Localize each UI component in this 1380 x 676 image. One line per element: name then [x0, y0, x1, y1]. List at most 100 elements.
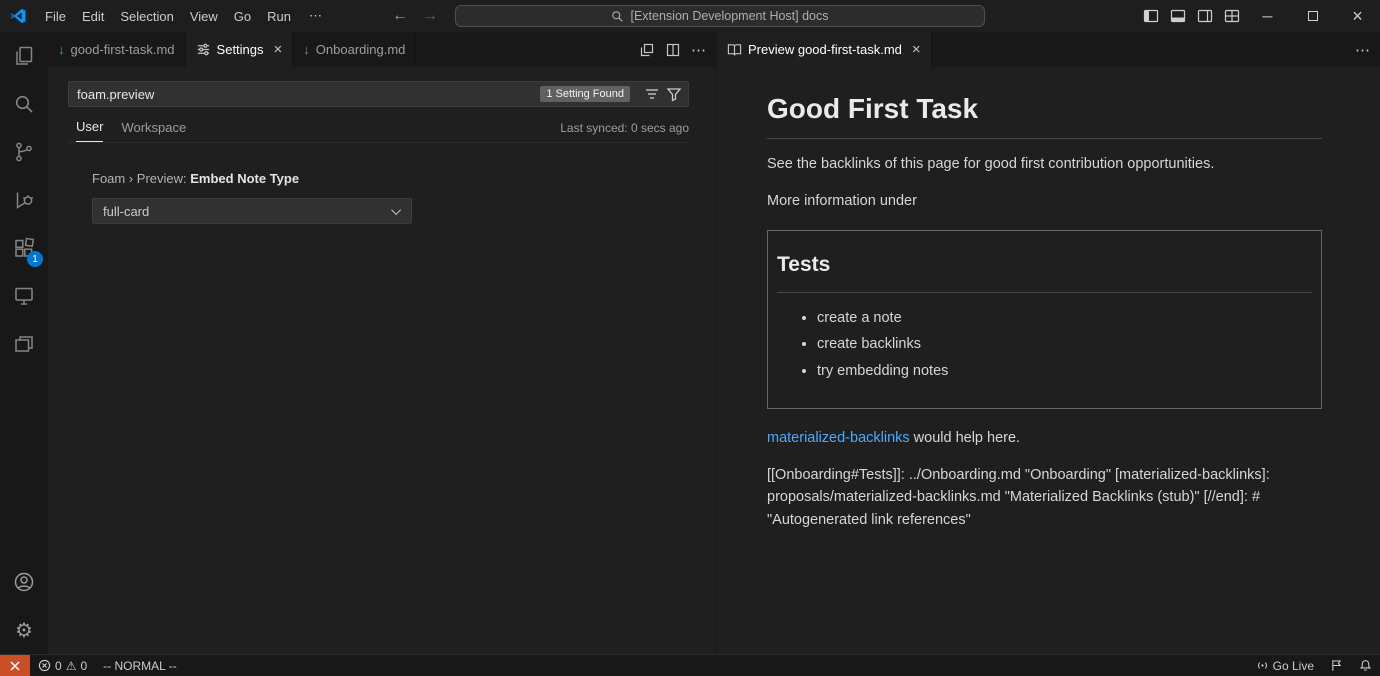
menu-overflow-icon[interactable]: ⋯ — [299, 8, 332, 24]
close-tab-icon[interactable]: × — [274, 42, 283, 57]
settings-gear-icon[interactable]: ⚙ — [0, 606, 48, 654]
materialized-backlinks-link[interactable]: materialized-backlinks — [767, 430, 910, 446]
embed-note-type-dropdown[interactable]: full-card — [92, 198, 412, 224]
toggle-secondary-sidebar-icon[interactable] — [1191, 0, 1218, 32]
chevron-down-icon — [391, 205, 401, 215]
vscode-logo-icon — [9, 7, 27, 25]
preview-heading: Good First Task — [767, 87, 1322, 139]
run-debug-icon[interactable] — [0, 176, 48, 224]
warning-count: 0 — [80, 659, 87, 673]
gear-glyph: ⚙ — [15, 618, 33, 643]
error-count: 0 — [55, 659, 62, 673]
list-item: try embedding notes — [817, 360, 1312, 382]
warning-icon: ⚠ — [66, 659, 77, 673]
accounts-icon[interactable] — [0, 558, 48, 606]
setting-item-embed-note-type: Foam › Preview: Embed Note Type full-car… — [92, 171, 689, 224]
editor-group-left: ↓ good-first-task.md Settings × ↓ On — [48, 32, 717, 654]
go-live-button[interactable]: Go Live — [1248, 655, 1322, 676]
error-icon — [38, 659, 51, 672]
toggle-panel-icon[interactable] — [1164, 0, 1191, 32]
tab-bar-left: ↓ good-first-task.md Settings × ↓ On — [48, 32, 716, 67]
command-center-search[interactable]: [Extension Development Host] docs — [455, 5, 985, 27]
embedded-note-title: Tests — [777, 249, 1312, 293]
more-actions-icon[interactable]: ⋯ — [691, 41, 706, 59]
settings-scope-tabs: User Workspace Last synced: 0 secs ago — [68, 119, 689, 143]
history-navigation: ← → — [392, 7, 438, 25]
setting-name: Embed Note Type — [190, 171, 299, 186]
maximize-icon — [1308, 11, 1318, 21]
go-live-label: Go Live — [1273, 659, 1314, 673]
setting-category: Foam › Preview: — [92, 171, 190, 186]
menu-selection[interactable]: Selection — [112, 9, 181, 24]
status-bar: 0 ⚠ 0 -- NORMAL -- Go Live — [0, 654, 1380, 676]
extensions-icon[interactable]: 1 — [0, 224, 48, 272]
embedded-note-card: Tests create a note create backlinks try… — [767, 230, 1322, 409]
dropdown-value: full-card — [103, 204, 149, 219]
menu-go[interactable]: Go — [226, 9, 259, 24]
settings-search-box: 1 Setting Found — [68, 81, 689, 107]
scope-tab-user[interactable]: User — [76, 119, 103, 142]
problems-indicator[interactable]: 0 ⚠ 0 — [30, 655, 95, 676]
tab-settings[interactable]: Settings × — [186, 32, 294, 67]
workbench: 1 ⚙ — [0, 32, 1380, 654]
explorer-icon[interactable] — [0, 32, 48, 80]
markdown-file-icon: ↓ — [58, 42, 65, 57]
remote-indicator[interactable] — [0, 655, 30, 676]
toggle-sidebar-icon[interactable] — [1137, 0, 1164, 32]
settings-editor: 1 Setting Found User Workspace — [48, 67, 716, 654]
setting-label: Foam › Preview: Embed Note Type — [92, 171, 689, 186]
search-icon[interactable] — [0, 80, 48, 128]
back-arrow-icon[interactable]: ← — [392, 7, 408, 25]
settings-search-input[interactable] — [77, 87, 540, 102]
menu-view[interactable]: View — [182, 9, 226, 24]
titlebar-controls: ─ × — [1137, 0, 1380, 32]
maximize-button[interactable] — [1290, 0, 1335, 32]
settings-result-count-badge: 1 Setting Found — [540, 86, 630, 102]
editor-actions-right: ⋯ — [1355, 32, 1380, 67]
tab-bar-right: Preview good-first-task.md × ⋯ — [717, 32, 1380, 67]
source-control-icon[interactable] — [0, 128, 48, 176]
filter-funnel-icon[interactable] — [666, 86, 682, 102]
tab-label: good-first-task.md — [71, 42, 175, 57]
open-changes-icon[interactable] — [639, 42, 655, 58]
tab-good-first-task[interactable]: ↓ good-first-task.md — [48, 32, 186, 67]
menu-run[interactable]: Run — [259, 9, 299, 24]
embedded-note-list: create a note create backlinks try embed… — [777, 307, 1312, 382]
customize-layout-icon[interactable] — [1218, 0, 1245, 32]
activity-bar-spacer — [0, 368, 48, 558]
list-item: create backlinks — [817, 333, 1312, 355]
sync-status: Last synced: 0 secs ago — [560, 121, 689, 142]
markdown-preview-icon — [727, 42, 742, 57]
vim-mode-indicator[interactable]: -- NORMAL -- — [95, 655, 185, 676]
editor-group-right: Preview good-first-task.md × ⋯ Good Firs… — [717, 32, 1380, 654]
feedback-flag-icon[interactable] — [1322, 655, 1351, 676]
scope-tab-workspace[interactable]: Workspace — [121, 120, 186, 142]
command-center-label: [Extension Development Host] docs — [630, 9, 828, 23]
link-references-text: [[Onboarding#Tests]]: ../Onboarding.md "… — [767, 464, 1322, 531]
titlebar: File Edit Selection View Go Run ⋯ ← → [E… — [0, 0, 1380, 32]
preview-paragraph: More information under — [767, 190, 1322, 212]
forward-arrow-icon[interactable]: → — [422, 7, 438, 25]
split-editor-icon[interactable] — [665, 42, 681, 58]
broadcast-icon — [1256, 659, 1269, 672]
notifications-bell-icon[interactable] — [1351, 655, 1380, 676]
list-item: create a note — [817, 307, 1312, 329]
tab-label: Onboarding.md — [316, 42, 406, 57]
close-tab-icon[interactable]: × — [912, 42, 921, 57]
extensions-badge: 1 — [27, 251, 43, 267]
markdown-preview-content: Good First Task See the backlinks of thi… — [717, 67, 1380, 531]
settings-sliders-icon — [196, 42, 211, 57]
remote-explorer-icon[interactable] — [0, 272, 48, 320]
menu-file[interactable]: File — [37, 9, 74, 24]
menu-edit[interactable]: Edit — [74, 9, 112, 24]
windows-panel-icon[interactable] — [0, 320, 48, 368]
tab-label: Preview good-first-task.md — [748, 42, 902, 57]
status-bar-right: Go Live — [1248, 655, 1380, 676]
close-window-button[interactable]: × — [1335, 0, 1380, 32]
tab-preview-good-first-task[interactable]: Preview good-first-task.md × — [717, 32, 932, 67]
minimize-button[interactable]: ─ — [1245, 0, 1290, 32]
more-actions-icon[interactable]: ⋯ — [1355, 41, 1370, 59]
tab-onboarding[interactable]: ↓ Onboarding.md — [293, 32, 416, 67]
filter-lines-icon[interactable] — [644, 86, 660, 102]
search-icon — [611, 10, 624, 23]
